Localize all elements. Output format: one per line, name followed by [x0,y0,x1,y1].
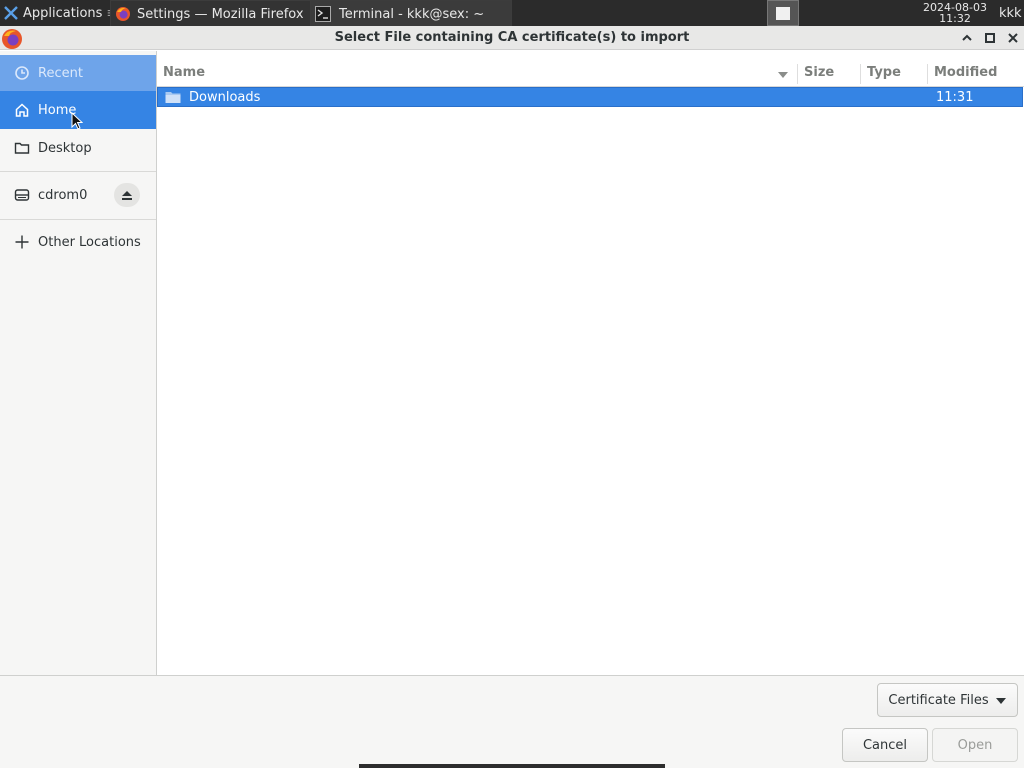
file-name: Downloads [189,90,261,105]
column-header-modified[interactable]: Modified [934,62,997,86]
cancel-button[interactable]: Cancel [842,728,928,762]
sidebar-item-other-locations[interactable]: Other Locations [0,223,156,261]
table-row[interactable]: Downloads 11:31 [157,87,1023,107]
task-label: Terminal - kkk@sex: ~ [339,6,485,22]
sort-descending-icon[interactable] [776,68,790,80]
column-header: Name Size Type Modified [157,62,1024,87]
firefox-icon [115,6,131,22]
folder-icon [14,140,30,156]
drive-icon [14,187,30,203]
bottom-edge-bar [359,764,665,768]
plus-icon [14,234,30,250]
show-desktop-button[interactable] [767,0,799,26]
sidebar-item-label: Recent [38,65,83,81]
applications-icon [3,5,19,21]
user-menu[interactable]: kkk [999,0,1024,26]
cancel-button-label: Cancel [862,737,908,753]
open-button[interactable]: Open [932,728,1018,762]
sidebar-item-desktop[interactable]: Desktop [0,129,156,167]
places-sidebar: Recent Home Desktop cdrom0 Other Locatio… [0,51,157,675]
column-header-name[interactable]: Name [163,62,205,86]
open-button-label: Open [957,737,993,753]
column-header-size[interactable]: Size [804,62,834,86]
task-firefox-settings[interactable]: Settings — Mozilla Firefox [110,0,312,28]
sidebar-item-label: cdrom0 [38,187,88,203]
applications-label: Applications [23,5,103,21]
dialog-titlebar: Select File containing CA certificate(s)… [0,26,1024,50]
clock[interactable]: 2024-08-03 11:32 [910,0,1000,26]
maximize-chevron-icon[interactable] [960,32,974,44]
window-icon [776,6,790,20]
sidebar-item-cdrom0[interactable]: cdrom0 [0,176,156,214]
sidebar-item-label: Desktop [38,140,92,156]
chevron-down-icon [995,695,1007,705]
column-divider [797,64,798,84]
applications-menu[interactable]: Applications ≡ [0,0,110,26]
column-header-type[interactable]: Type [867,62,901,86]
file-modified: 11:31 [936,90,974,105]
close-icon[interactable] [1006,31,1020,45]
task-label: Settings — Mozilla Firefox [137,6,304,22]
mouse-cursor-icon [71,111,84,132]
dialog-title: Select File containing CA certificate(s)… [334,30,690,45]
clock-time: 11:32 [939,12,971,25]
sidebar-divider [0,171,156,172]
column-divider [860,64,861,84]
column-divider [927,64,928,84]
top-panel: Applications ≡ Settings — Mozilla Firefo… [0,0,1024,28]
terminal-icon [315,6,331,22]
file-filter-dropdown[interactable]: Certificate Files [877,683,1018,717]
file-list: Name Size Type Modified Downloads 11:31 [157,51,1024,675]
file-filter-label: Certificate Files [888,692,989,708]
user-name: kkk [999,5,1022,21]
home-icon [14,102,30,118]
sidebar-item-label: Other Locations [38,234,141,250]
recent-icon [14,65,30,81]
sidebar-item-recent[interactable]: Recent [0,55,156,91]
restore-icon[interactable] [985,33,995,43]
dialog-footer: Certificate Files Cancel Open [0,675,1024,768]
task-terminal[interactable]: Terminal - kkk@sex: ~ [310,0,512,28]
folder-icon [165,90,181,104]
sidebar-divider [0,219,156,220]
eject-icon[interactable] [114,183,140,207]
